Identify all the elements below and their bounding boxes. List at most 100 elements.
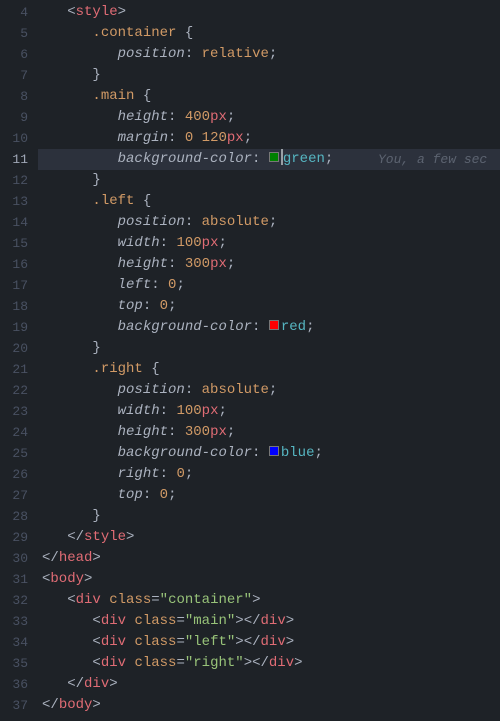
code-line[interactable]: position: absolute; — [38, 380, 500, 401]
line-number: 33 — [0, 611, 38, 632]
code-line[interactable]: <div class="right"></div> — [38, 653, 500, 674]
code-line[interactable]: .container { — [38, 23, 500, 44]
code-line[interactable]: margin: 0 120px; — [38, 128, 500, 149]
code-token: class — [134, 655, 176, 671]
code-line[interactable]: position: absolute; — [38, 212, 500, 233]
code-token: class — [109, 592, 151, 608]
line-number: 36 — [0, 674, 38, 695]
code-line[interactable]: .left { — [38, 191, 500, 212]
code-line[interactable]: <div class="main"></div> — [38, 611, 500, 632]
code-line[interactable]: width: 100px; — [38, 401, 500, 422]
code-line[interactable]: } — [38, 65, 500, 86]
code-line[interactable]: background-color: green;You, a few sec — [38, 149, 500, 170]
code-token: : — [185, 46, 202, 62]
code-token: "left" — [185, 634, 235, 650]
code-token: width — [118, 403, 160, 419]
line-number: 8 — [0, 86, 38, 107]
line-number: 24 — [0, 422, 38, 443]
code-token: } — [92, 340, 100, 356]
code-token: blue — [281, 445, 315, 461]
code-token: = — [151, 592, 159, 608]
code-token: : — [151, 277, 168, 293]
code-line[interactable]: <div class="left"></div> — [38, 632, 500, 653]
code-line[interactable]: } — [38, 506, 500, 527]
code-token: absolute — [202, 214, 269, 230]
code-line[interactable]: } — [38, 338, 500, 359]
code-token: .right — [92, 361, 142, 377]
code-token: class — [134, 634, 176, 650]
code-token: : — [168, 109, 185, 125]
code-line[interactable]: height: 300px; — [38, 254, 500, 275]
code-token: } — [92, 67, 100, 83]
code-line[interactable]: </div> — [38, 674, 500, 695]
line-number: 28 — [0, 506, 38, 527]
code-token: : — [168, 130, 185, 146]
code-line[interactable]: position: relative; — [38, 44, 500, 65]
code-line[interactable]: } — [38, 170, 500, 191]
code-token: : — [143, 487, 160, 503]
code-token: > — [126, 529, 134, 545]
code-token: : — [143, 298, 160, 314]
code-line[interactable]: height: 400px; — [38, 107, 500, 128]
line-number: 18 — [0, 296, 38, 317]
line-number: 30 — [0, 548, 38, 569]
code-token: px — [202, 235, 219, 251]
code-token: ; — [244, 130, 252, 146]
line-number: 14 — [0, 212, 38, 233]
code-token: } — [92, 172, 100, 188]
code-token: ; — [325, 151, 333, 167]
code-line[interactable]: </body> — [38, 695, 500, 716]
code-line[interactable]: left: 0; — [38, 275, 500, 296]
code-line[interactable]: background-color: red; — [38, 317, 500, 338]
line-number: 26 — [0, 464, 38, 485]
line-number: 31 — [0, 569, 38, 590]
line-number: 6 — [0, 44, 38, 65]
line-number: 12 — [0, 170, 38, 191]
code-editor[interactable]: 4567891011121314151617181920212223242526… — [0, 0, 500, 721]
code-token: .container — [92, 25, 176, 41]
code-token: absolute — [202, 382, 269, 398]
code-token: red — [281, 319, 306, 335]
code-token: = — [176, 655, 184, 671]
code-token: { — [134, 193, 151, 209]
code-token: = — [176, 634, 184, 650]
code-token: px — [227, 130, 244, 146]
code-token: : — [168, 424, 185, 440]
code-line[interactable]: top: 0; — [38, 296, 500, 317]
code-line[interactable]: background-color: blue; — [38, 443, 500, 464]
code-token: top — [118, 298, 143, 314]
code-token: height — [118, 109, 168, 125]
code-area[interactable]: <style> .container { position: relative;… — [38, 0, 500, 721]
code-line[interactable]: </style> — [38, 527, 500, 548]
code-line[interactable]: width: 100px; — [38, 233, 500, 254]
code-token: < — [92, 613, 100, 629]
code-line[interactable]: <body> — [38, 569, 500, 590]
code-token: ></ — [244, 655, 269, 671]
line-number: 10 — [0, 128, 38, 149]
line-number: 5 — [0, 23, 38, 44]
code-line[interactable]: right: 0; — [38, 464, 500, 485]
code-token: </ — [67, 676, 84, 692]
code-token: div — [101, 613, 126, 629]
code-line[interactable]: <div class="container"> — [38, 590, 500, 611]
code-token: px — [210, 109, 227, 125]
line-number: 29 — [0, 527, 38, 548]
code-token: background-color — [118, 151, 252, 167]
code-line[interactable]: </head> — [38, 548, 500, 569]
line-number: 13 — [0, 191, 38, 212]
code-line[interactable]: .right { — [38, 359, 500, 380]
code-token: ; — [168, 487, 176, 503]
code-token: </ — [42, 550, 59, 566]
code-line[interactable]: top: 0; — [38, 485, 500, 506]
code-token: div — [261, 613, 286, 629]
code-token: > — [252, 592, 260, 608]
code-token: left — [118, 277, 152, 293]
line-number: 16 — [0, 254, 38, 275]
code-line[interactable]: <style> — [38, 2, 500, 23]
code-token: > — [84, 571, 92, 587]
code-token: .left — [92, 193, 134, 209]
code-line[interactable]: .main { — [38, 86, 500, 107]
code-token: div — [76, 592, 101, 608]
code-token: < — [92, 634, 100, 650]
code-line[interactable]: height: 300px; — [38, 422, 500, 443]
